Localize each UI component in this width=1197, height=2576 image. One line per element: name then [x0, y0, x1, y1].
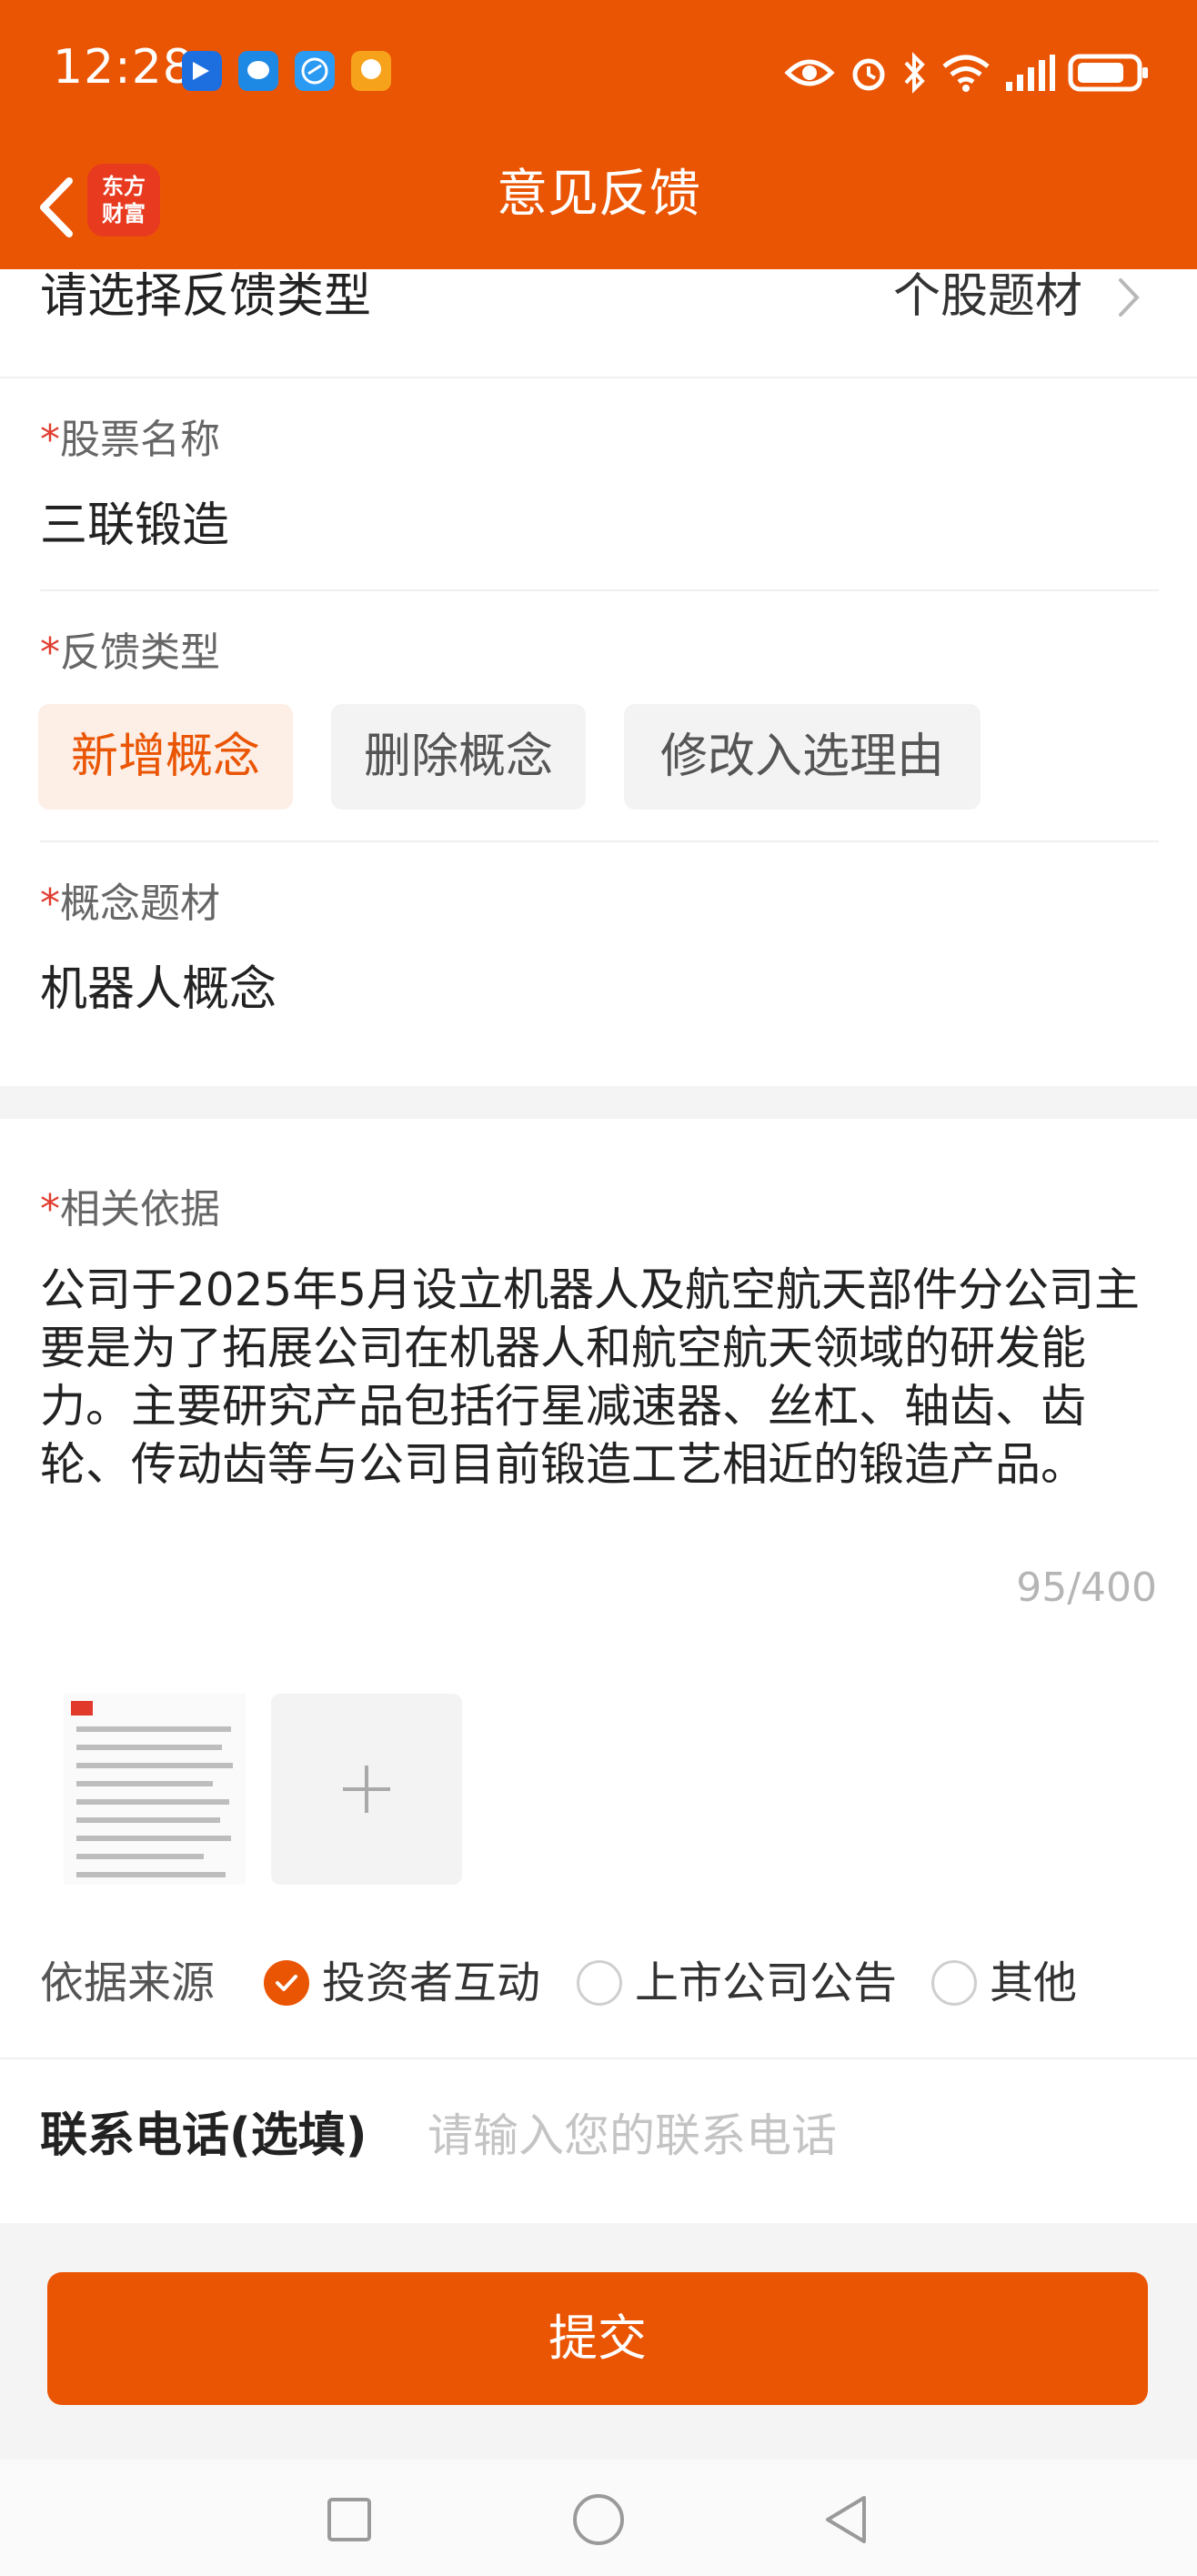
- bottom-bar: 提交: [0, 2223, 1197, 2460]
- home-icon[interactable]: [562, 2483, 635, 2556]
- concept-label: *概念题材: [40, 880, 220, 927]
- chip-modify-reason[interactable]: 修改入选理由: [624, 704, 981, 810]
- chat-bubble-icon: [238, 51, 278, 91]
- required-mark: *: [40, 1186, 60, 1233]
- add-image-button[interactable]: [271, 1694, 462, 1885]
- thumbnail-logo: [71, 1701, 93, 1716]
- feedback-type-row[interactable]: 请选择反馈类型 个股题材: [0, 269, 1197, 378]
- status-icons: [784, 47, 1150, 98]
- battery-icon: [1068, 52, 1150, 94]
- back-triangle-icon[interactable]: [810, 2483, 882, 2556]
- phone-input[interactable]: [428, 2105, 1155, 2167]
- plus-icon: [343, 1766, 390, 1813]
- bird-app-icon: [182, 51, 222, 91]
- basis-textarea[interactable]: 公司于2025年5月设立机器人及航空航天部件分公司主要是为了拓展公司在机器人和航…: [40, 1261, 1168, 1494]
- radio-label: 投资者互动: [322, 1957, 541, 2008]
- required-mark: *: [40, 629, 60, 676]
- phone-label: 联系电话(选填): [40, 2108, 367, 2163]
- char-counter: 95/400: [1016, 1565, 1157, 1611]
- attachment-thumbnail[interactable]: [64, 1694, 246, 1885]
- eye-icon: [784, 55, 835, 91]
- status-bar: 12:28: [0, 0, 1197, 146]
- chip-delete-concept[interactable]: 删除概念: [331, 704, 586, 810]
- browser-icon: [295, 51, 335, 91]
- divider: [40, 840, 1159, 842]
- checked-radio-icon: [264, 1960, 309, 2006]
- required-mark: *: [40, 417, 60, 463]
- required-mark: *: [40, 880, 60, 927]
- basis-label: *相关依据: [40, 1186, 220, 1233]
- status-time: 12:28: [53, 40, 194, 95]
- feedback-type-label: 请选择反馈类型: [40, 269, 372, 324]
- bluetooth-icon: [902, 52, 928, 94]
- chip-add-concept[interactable]: 新增概念: [38, 704, 293, 810]
- radio-other[interactable]: 其他: [931, 1956, 1077, 2010]
- app-header: 12:28 东方 财富 意见反馈: [0, 0, 1197, 269]
- source-row: 依据来源 投资者互动 上市公司公告 其他: [0, 1947, 1197, 2019]
- source-label: 依据来源: [40, 1957, 216, 2008]
- recent-apps-icon[interactable]: [313, 2483, 386, 2556]
- submit-button[interactable]: 提交: [47, 2272, 1148, 2405]
- chevron-right-icon: [1119, 278, 1140, 317]
- nav-bar: 东方 财富 意见反馈: [0, 146, 1197, 269]
- page-title: 意见反馈: [497, 165, 700, 224]
- radio-company-announcement[interactable]: 上市公司公告: [577, 1956, 897, 2010]
- alarm-icon: [848, 52, 890, 94]
- radio-investor-interaction[interactable]: 投资者互动: [264, 1956, 540, 2010]
- radio-circle-icon: [931, 1960, 977, 2006]
- radio-label: 其他: [990, 1957, 1078, 2008]
- signal-icon: [1004, 55, 1055, 91]
- section-gap: [0, 1086, 1197, 1119]
- system-nav-bar: [0, 2460, 1197, 2576]
- stock-name-label: *股票名称: [40, 417, 220, 463]
- phone-row: 联系电话(选填): [0, 2059, 1197, 2223]
- feedback-kind-label: *反馈类型: [40, 629, 220, 676]
- radio-label: 上市公司公告: [635, 1957, 898, 2008]
- wifi-icon: [940, 52, 991, 94]
- concept-value[interactable]: 机器人概念: [40, 961, 277, 1019]
- stock-name-value[interactable]: 三联锻造: [40, 497, 229, 555]
- feedback-type-value: 个股题材: [892, 269, 1082, 324]
- radio-circle-icon: [577, 1960, 622, 2006]
- divider: [40, 589, 1159, 591]
- game-app-icon: [351, 51, 391, 91]
